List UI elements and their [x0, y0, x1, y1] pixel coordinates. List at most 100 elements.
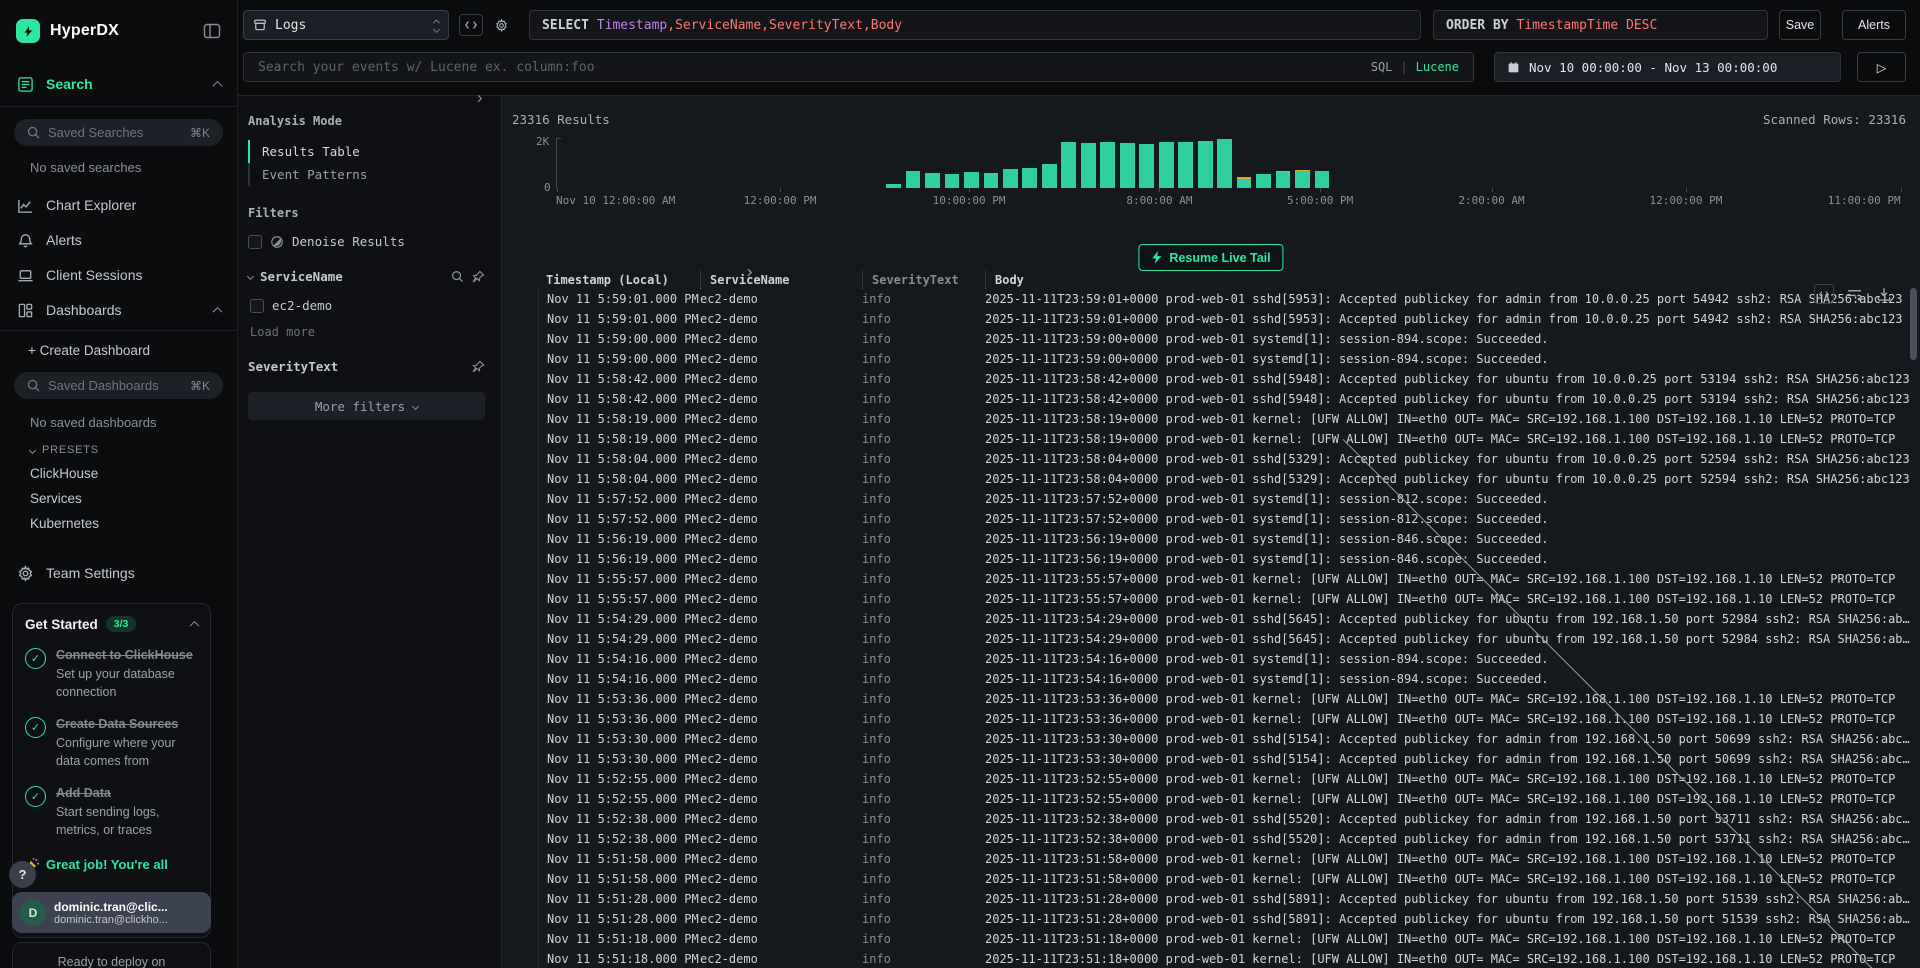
table-row[interactable]: Nov 11 5:58:42.000 PMec2-demoinfo2025-11…	[502, 389, 1920, 409]
sidebar-item-alerts[interactable]: Alerts	[0, 228, 237, 252]
view-source-code-button[interactable]	[1814, 284, 1834, 304]
histogram-bar[interactable]	[1256, 174, 1271, 188]
denoise-results-option[interactable]: Denoise Results	[248, 234, 485, 249]
chevron-up-icon[interactable]	[213, 80, 223, 90]
histogram-bar[interactable]	[1295, 170, 1310, 189]
filter-group-severitytext[interactable]: SeverityText	[248, 359, 485, 374]
histogram-bar-info-segment	[1237, 179, 1252, 189]
presets-section-toggle[interactable]: PRESETS	[30, 444, 237, 456]
histogram-bar[interactable]	[1139, 144, 1154, 189]
table-row[interactable]: Nov 11 5:58:04.000 PMec2-demoinfo2025-11…	[502, 449, 1920, 469]
histogram-bar[interactable]	[984, 173, 999, 189]
get-started-item[interactable]: ✓ Create Data Sources Configure where yo…	[25, 715, 198, 770]
histogram-bar[interactable]	[1022, 168, 1037, 189]
order-by-input[interactable]: ORDER BY TimestampTime DESC	[1433, 10, 1768, 40]
table-row[interactable]: Nov 11 5:57:52.000 PMec2-demoinfo2025-11…	[502, 509, 1920, 529]
sidebar-item-team-settings[interactable]: Team Settings	[0, 561, 237, 585]
col-header-severitytext[interactable]: SeverityText	[862, 270, 985, 289]
sidebar-item-client-sessions[interactable]: Client Sessions	[0, 263, 237, 287]
col-header-timestamp[interactable]: Timestamp (Local)	[538, 270, 700, 289]
saved-searches-input[interactable]: Saved Searches ⌘K	[14, 119, 223, 146]
histogram-bar[interactable]	[1120, 143, 1135, 189]
source-select[interactable]: Logs	[243, 10, 449, 40]
histogram-bar[interactable]	[1217, 139, 1232, 188]
filter-option-ec2-demo[interactable]: ec2-demo	[250, 298, 485, 313]
chevron-up-icon[interactable]	[213, 306, 223, 316]
lucene-toggle[interactable]: Lucene	[1416, 60, 1459, 74]
create-dashboard-button[interactable]: + Create Dashboard	[28, 343, 237, 358]
select-columns-input[interactable]: SELECT Timestamp ,ServiceName,SeverityTe…	[529, 10, 1421, 40]
sidebar-item-dashboards[interactable]: Dashboards	[0, 298, 237, 322]
date-range-picker[interactable]: Nov 10 00:00:00 - Nov 13 00:00:00	[1494, 52, 1841, 82]
get-started-item[interactable]: ✓ Connect to ClickHouse Set up your data…	[25, 646, 198, 701]
user-menu[interactable]: D dominic.tran@clic... dominic.tran@clic…	[12, 892, 211, 933]
table-row[interactable]: Nov 11 5:58:19.000 PMec2-demoinfo2025-11…	[502, 409, 1920, 429]
alerts-button[interactable]: Alerts	[1842, 10, 1906, 40]
histogram-bar-info-segment	[1061, 142, 1076, 188]
chart-plot[interactable]	[556, 138, 1906, 188]
histogram-bar[interactable]	[925, 173, 940, 189]
sidebar-item-chart-explorer[interactable]: Chart Explorer	[0, 193, 237, 217]
download-button[interactable]	[1874, 284, 1894, 304]
search-icon[interactable]	[451, 270, 464, 283]
table-row[interactable]: Nov 11 5:59:00.000 PMec2-demoinfo2025-11…	[502, 329, 1920, 349]
table-scrollbar[interactable]	[1910, 288, 1917, 360]
table-row[interactable]: Nov 11 5:58:19.000 PMec2-demoinfo2025-11…	[502, 429, 1920, 449]
source-settings-gear-icon[interactable]	[489, 14, 513, 36]
run-query-button[interactable]: ▷	[1857, 52, 1906, 82]
table-row[interactable]: Nov 11 5:58:42.000 PMec2-demoinfo2025-11…	[502, 369, 1920, 389]
histogram-bar[interactable]	[1100, 142, 1115, 188]
preset-item[interactable]: ClickHouse	[30, 466, 237, 481]
table-row[interactable]: Nov 11 5:56:19.000 PMec2-demoinfo2025-11…	[502, 549, 1920, 569]
event-search-input[interactable]: Search your events w/ Lucene ex. column:…	[243, 52, 1474, 82]
table-row[interactable]: Nov 11 5:59:00.000 PMec2-demoinfo2025-11…	[502, 349, 1920, 369]
ec2-demo-checkbox[interactable]	[250, 299, 264, 313]
get-started-item[interactable]: ✓ Add Data Start sending logs, metrics, …	[25, 784, 198, 839]
get-started-title: Get Started	[25, 617, 98, 632]
mode-event-patterns[interactable]: Event Patterns	[248, 163, 485, 186]
filter-group-servicename[interactable]: ServiceName	[248, 269, 485, 284]
preset-item[interactable]: Kubernetes	[30, 516, 237, 531]
histogram-bar[interactable]	[1315, 171, 1330, 188]
more-filters-button[interactable]: More filters	[248, 392, 485, 420]
histogram-bar[interactable]	[1237, 177, 1252, 188]
sidebar-item-search[interactable]: Search	[0, 72, 237, 96]
save-button[interactable]: Save	[1779, 10, 1821, 40]
histogram-bar-info-segment	[1178, 142, 1193, 189]
pin-icon[interactable]	[472, 270, 485, 283]
sidebar-collapse-icon[interactable]	[203, 22, 221, 40]
histogram-bar[interactable]	[1159, 142, 1174, 188]
histogram-bar[interactable]	[1198, 141, 1213, 189]
events-histogram[interactable]: 2K 0 Nov 10 12:00:00 AM12:00:00 PM10:00:…	[512, 138, 1906, 212]
table-row[interactable]: Nov 11 5:58:04.000 PMec2-demoinfo2025-11…	[502, 469, 1920, 489]
histogram-bar[interactable]	[1178, 142, 1193, 189]
table-row[interactable]: Nov 11 5:57:52.000 PMec2-demoinfo2025-11…	[502, 489, 1920, 509]
query-language-toggle[interactable]: SQL | Lucene	[1371, 60, 1459, 74]
histogram-bar[interactable]	[964, 172, 979, 188]
denoise-checkbox[interactable]	[248, 235, 262, 249]
table-row[interactable]: Nov 11 5:59:01.000 PMec2-demoinfo2025-11…	[502, 289, 1920, 309]
histogram-bar[interactable]	[1081, 143, 1096, 188]
histogram-bar[interactable]	[945, 174, 960, 188]
col-header-servicename[interactable]: ServiceName	[700, 270, 862, 289]
chevron-up-icon[interactable]	[190, 620, 200, 630]
load-more-button[interactable]: Load more	[250, 325, 485, 339]
histogram-bar[interactable]	[1042, 164, 1057, 188]
preset-item[interactable]: Services	[30, 491, 237, 506]
help-button[interactable]: ?	[9, 861, 36, 888]
resume-live-tail-button[interactable]: Resume Live Tail	[1138, 244, 1283, 271]
pin-icon[interactable]	[472, 360, 485, 373]
histogram-bar[interactable]	[906, 171, 921, 189]
histogram-bar[interactable]	[1276, 171, 1291, 188]
code-toggle-button[interactable]	[459, 14, 483, 36]
wrap-lines-button[interactable]	[1844, 284, 1864, 304]
histogram-bar[interactable]	[1003, 169, 1018, 189]
saved-dashboards-input[interactable]: Saved Dashboards ⌘K	[14, 372, 223, 399]
table-row[interactable]: Nov 11 5:59:01.000 PMec2-demoinfo2025-11…	[502, 309, 1920, 329]
sql-toggle[interactable]: SQL	[1371, 60, 1393, 74]
col-header-body[interactable]: Body	[985, 270, 1920, 289]
cell-servicename: ec2-demo	[700, 572, 862, 586]
table-row[interactable]: Nov 11 5:56:19.000 PMec2-demoinfo2025-11…	[502, 529, 1920, 549]
mode-results-table[interactable]: Results Table	[248, 140, 485, 163]
histogram-bar[interactable]	[1061, 142, 1076, 188]
